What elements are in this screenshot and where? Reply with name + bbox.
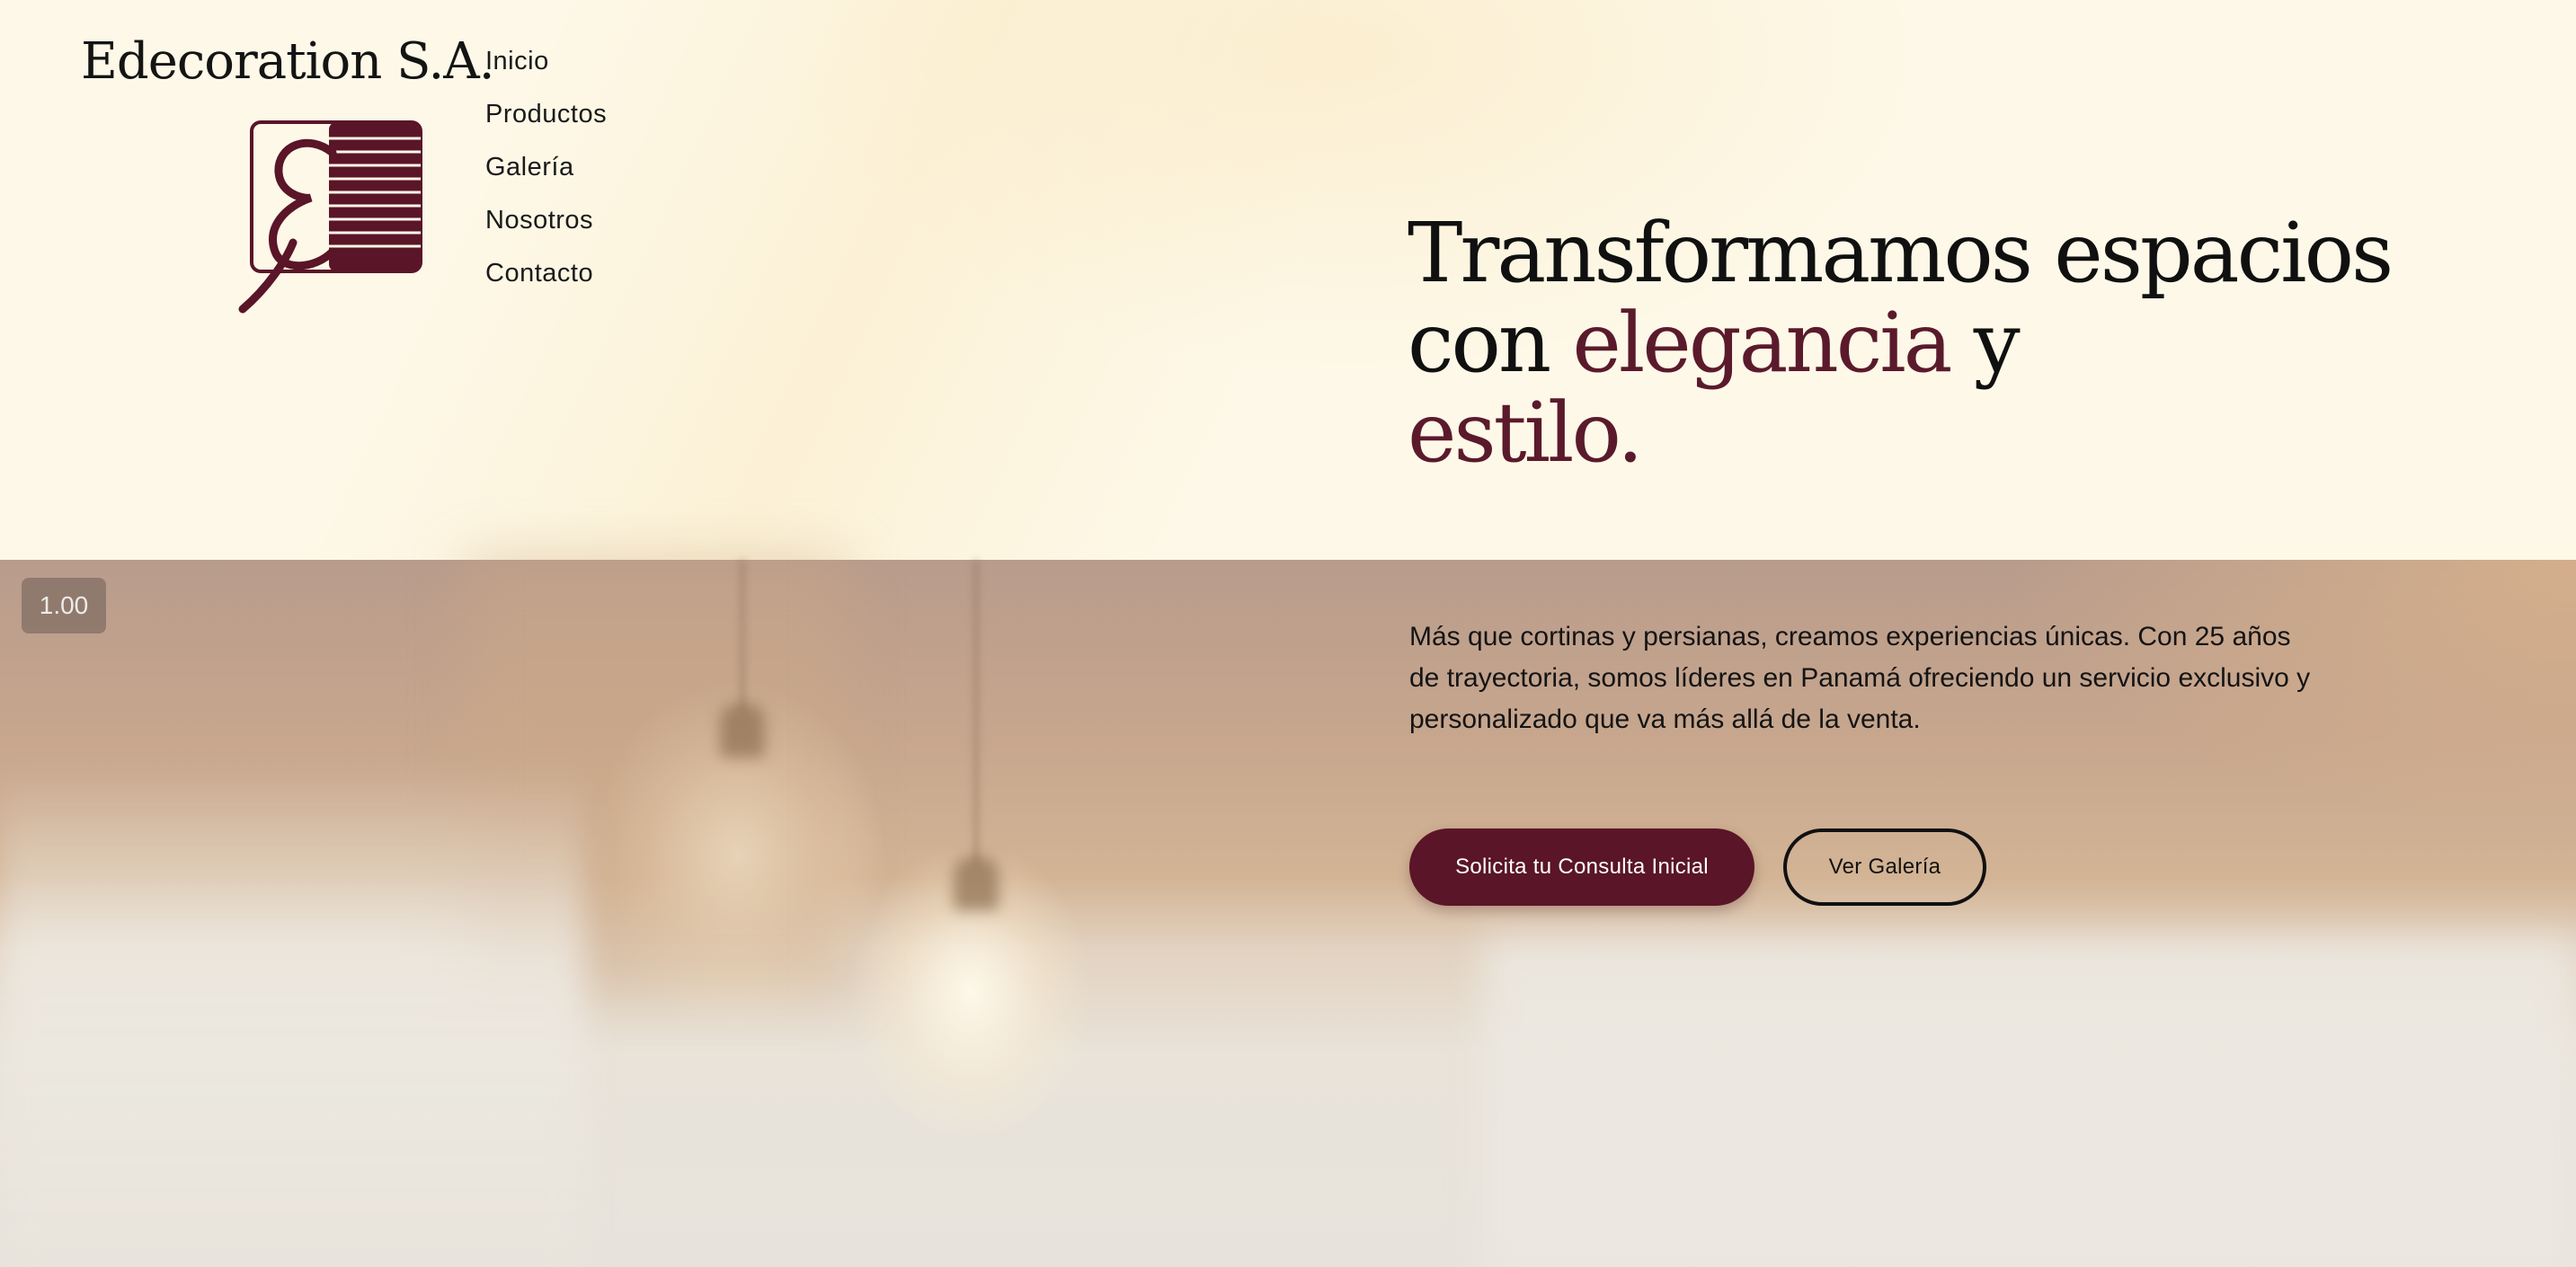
- pendant-cord-left: [740, 560, 745, 713]
- pendant-cord-right: [973, 560, 979, 865]
- nav-item-inicio[interactable]: Inicio: [485, 43, 607, 96]
- background-wall-right: [1483, 937, 2576, 1267]
- nav-item-contacto[interactable]: Contacto: [485, 255, 607, 308]
- zoom-level-badge: 1.00: [22, 578, 106, 634]
- pendant-cap-right: [954, 856, 999, 910]
- page: Edecoration S.A. Inicio Productos Galerí…: [0, 0, 2576, 1267]
- hero-title-part2: y: [1950, 295, 2021, 391]
- pendant-cap-left: [720, 704, 765, 758]
- nav-item-galeria[interactable]: Galería: [485, 149, 607, 202]
- striped-blind-e-logo-icon[interactable]: [232, 117, 425, 315]
- nav-item-productos[interactable]: Productos: [485, 96, 607, 149]
- consultation-button[interactable]: Solicita tu Consulta Inicial: [1409, 828, 1754, 906]
- hero-description: Más que cortinas y persianas, creamos ex…: [1409, 622, 2311, 734]
- hero-title-accent-elegancia: elegancia: [1572, 295, 1952, 391]
- main-nav: Inicio Productos Galería Nosotros Contac…: [485, 43, 607, 308]
- nav-item-nosotros[interactable]: Nosotros: [485, 202, 607, 255]
- hero-title-accent-estilo: estilo.: [1408, 385, 1643, 481]
- brand-name[interactable]: Edecoration S.A.: [81, 32, 495, 91]
- hero-title: Transformamos espacios con elegancia y e…: [1408, 208, 2486, 478]
- gallery-button[interactable]: Ver Galería: [1783, 828, 1986, 906]
- background-wall-left: [0, 766, 584, 1267]
